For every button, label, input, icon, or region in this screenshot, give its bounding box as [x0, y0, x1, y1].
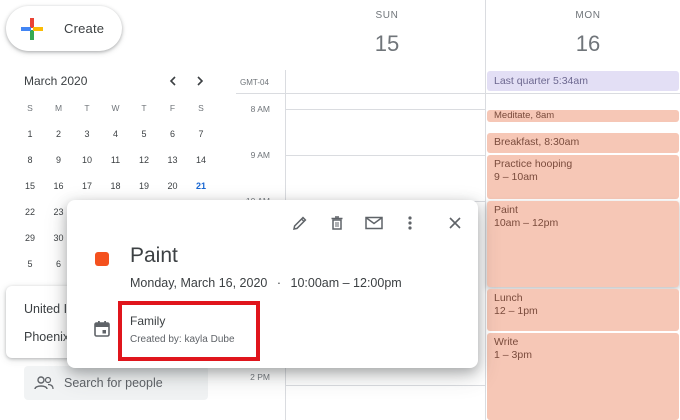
event-title: Write: [494, 336, 519, 348]
mini-calendar-day[interactable]: 11: [102, 148, 130, 172]
highlight-annotation-box: [118, 301, 260, 361]
event-title: Paint: [494, 204, 518, 216]
time-label-8am: 8 AM: [250, 104, 270, 114]
event-practice-hooping[interactable]: Practice hooping 9 – 10am: [487, 155, 679, 199]
email-icon: [365, 216, 383, 230]
event-title: Practice hooping: [494, 158, 573, 170]
event-write[interactable]: Write 1 – 3pm: [487, 333, 679, 420]
day-of-week: MON: [575, 10, 601, 21]
popup-event-date: Monday, March 16, 2020: [130, 276, 268, 290]
mini-calendar-day[interactable]: 16: [45, 174, 73, 198]
chevron-left-icon: [169, 76, 176, 86]
mini-calendar-day[interactable]: 8: [16, 148, 44, 172]
mini-calendar-day[interactable]: 12: [130, 148, 158, 172]
mini-calendar-day[interactable]: 21: [187, 174, 215, 198]
popup-separator: ·: [276, 276, 282, 290]
event-lunch[interactable]: Lunch 12 – 1pm: [487, 289, 679, 331]
create-button[interactable]: Create: [6, 6, 122, 51]
mini-calendar-day[interactable]: 19: [130, 174, 158, 198]
day-header-mon[interactable]: MON 16: [548, 10, 628, 57]
event-color-swatch: [95, 252, 109, 266]
mini-calendar-day[interactable]: 10: [73, 148, 101, 172]
mini-calendar-prev-button[interactable]: [164, 72, 182, 90]
popup-event-title: Paint: [130, 244, 178, 267]
event-details-popup: Paint Monday, March 16, 2020 · 10:00am –…: [67, 200, 478, 368]
mini-calendar-day[interactable]: 22: [16, 200, 44, 224]
event-last-quarter[interactable]: Last quarter 5:34am: [487, 71, 679, 91]
event-paint[interactable]: Paint 10am – 12pm: [487, 201, 679, 287]
mini-calendar-day[interactable]: 20: [159, 174, 187, 198]
mini-calendar-title: March 2020: [24, 74, 88, 88]
more-options-button[interactable]: [399, 212, 421, 234]
people-icon: [34, 376, 54, 390]
search-people-placeholder: Search for people: [64, 376, 163, 390]
mini-calendar-day[interactable]: 3: [73, 122, 101, 146]
close-icon: [449, 217, 461, 229]
day-number: 15: [374, 31, 400, 56]
event-time: 9 – 10am: [494, 171, 538, 183]
mini-calendar-day[interactable]: 9: [45, 148, 73, 172]
time-label-9am: 9 AM: [250, 150, 270, 160]
time-zone-line-2: Phoenix: [24, 330, 70, 344]
plus-icon: [21, 17, 43, 40]
day-of-week: SUN: [375, 10, 399, 21]
popup-event-time: 10:00am – 12:00pm: [290, 276, 402, 290]
more-options-icon: [408, 216, 412, 230]
mini-calendar-day[interactable]: 4: [102, 122, 130, 146]
search-people-input[interactable]: Search for people: [24, 366, 208, 400]
hour-line: [285, 385, 485, 386]
mini-calendar-day[interactable]: 18: [102, 174, 130, 198]
event-time: 10am – 12pm: [494, 217, 559, 229]
mini-calendar-day[interactable]: 7: [187, 122, 215, 146]
event-title: Last quarter 5:34am: [494, 75, 588, 87]
mini-calendar-day[interactable]: 29: [16, 226, 44, 250]
mini-calendar-day[interactable]: 2: [45, 122, 73, 146]
day-header-sun[interactable]: SUN 15: [347, 10, 427, 57]
hour-line: [285, 155, 485, 156]
mini-calendar-day[interactable]: 6: [159, 122, 187, 146]
event-meditate[interactable]: Meditate, 8am: [487, 110, 679, 122]
chevron-right-icon: [197, 76, 204, 86]
mini-calendar-weekday: T: [84, 103, 90, 113]
event-title: Breakfast, 8:30am: [494, 136, 580, 148]
timezone-label: GMT-04: [240, 78, 269, 87]
time-zone-card: United I Phoenix: [6, 286, 76, 358]
popup-event-datetime: Monday, March 16, 2020 · 10:00am – 12:00…: [130, 276, 402, 290]
event-time: 12 – 1pm: [494, 305, 538, 317]
mini-calendar-next-button[interactable]: [191, 72, 209, 90]
event-breakfast[interactable]: Breakfast, 8:30am: [487, 133, 679, 153]
close-button[interactable]: [444, 212, 466, 234]
calendar-icon: [94, 321, 110, 337]
all-day-divider: [236, 93, 680, 94]
mini-calendar-day[interactable]: 15: [16, 174, 44, 198]
email-guests-button[interactable]: [363, 212, 385, 234]
mini-calendar-weekday: S: [27, 103, 33, 113]
time-zone-line-1: United I: [24, 302, 68, 316]
mini-calendar-day[interactable]: 5: [130, 122, 158, 146]
mini-calendar-day[interactable]: 1: [16, 122, 44, 146]
event-time: 1 – 3pm: [494, 349, 532, 361]
mini-calendar-weekday: M: [54, 103, 63, 113]
mini-calendar-day[interactable]: 14: [187, 148, 215, 172]
edit-button[interactable]: [289, 212, 311, 234]
grid-divider: [485, 0, 486, 420]
mini-calendar-day[interactable]: 17: [73, 174, 101, 198]
mini-calendar-weekday: S: [198, 103, 204, 113]
mini-calendar-weekday: F: [169, 103, 176, 113]
create-label: Create: [64, 21, 105, 36]
mini-calendar-day[interactable]: 5: [16, 252, 44, 276]
event-title: Lunch: [494, 292, 523, 304]
day-number: 16: [575, 31, 601, 56]
mini-calendar-weekday: T: [141, 103, 147, 113]
delete-icon: [331, 216, 343, 230]
time-label-2pm: 2 PM: [250, 372, 270, 382]
edit-icon: [293, 216, 307, 230]
mini-calendar-weekday: W: [111, 103, 120, 113]
delete-button[interactable]: [326, 212, 348, 234]
event-title: Meditate, 8am: [494, 110, 555, 121]
hour-line: [285, 109, 485, 110]
mini-calendar-day[interactable]: 13: [159, 148, 187, 172]
